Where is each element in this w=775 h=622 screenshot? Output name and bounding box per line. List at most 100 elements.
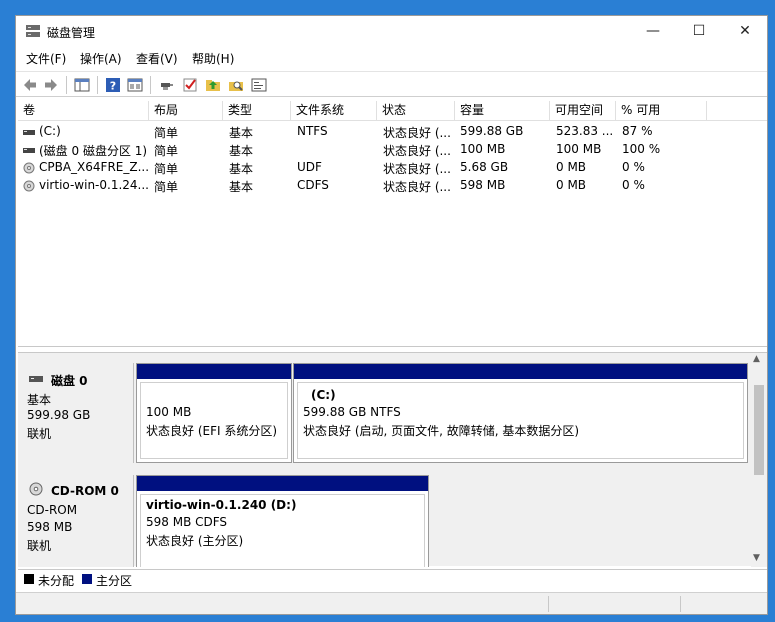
- back-icon[interactable]: [22, 77, 38, 93]
- disk-0-name: 磁盘 0: [51, 374, 88, 388]
- volume-status: 状态良好 (...: [383, 180, 451, 194]
- cd-icon: [23, 162, 35, 174]
- toolbar-separator: [150, 76, 151, 94]
- column-headers: 卷 布局 类型 文件系统 状态 容量 可用空间 % 可用: [18, 101, 767, 121]
- cd-icon: [23, 180, 35, 192]
- cd-rom-0-row: CD-ROM 0 CD-ROM 598 MB 联机 virtio-win-0.1…: [18, 475, 749, 567]
- cd-rom-0-label[interactable]: CD-ROM 0 CD-ROM 598 MB 联机: [18, 475, 134, 567]
- console-icon[interactable]: [251, 77, 267, 93]
- volume-capacity: 599.88 GB: [460, 124, 524, 138]
- cd-rom-0-name: CD-ROM 0: [51, 484, 119, 498]
- properties-icon[interactable]: [127, 77, 143, 93]
- partition-inner: 100 MB 状态良好 (EFI 系统分区): [140, 382, 288, 459]
- unallocated-swatch: [24, 574, 34, 584]
- drive-icon: [23, 148, 35, 153]
- table-row[interactable]: CPBA_X64FRE_Z... 简单 基本 UDF 状态良好 (... 5.6…: [18, 159, 767, 177]
- volume-type: 基本: [229, 126, 254, 140]
- disk-0-label[interactable]: 磁盘 0 基本 599.98 GB 联机: [18, 363, 134, 463]
- cd-rom-0-kind: CD-ROM: [27, 503, 78, 517]
- table-row[interactable]: (磁盘 0 磁盘分区 1) 简单 基本 状态良好 (... 100 MB 100…: [18, 141, 767, 159]
- volume-layout: 简单: [154, 162, 179, 176]
- status-bar-separator: [548, 596, 549, 612]
- show-hide-console-tree-icon[interactable]: [74, 77, 90, 93]
- partition-c[interactable]: (C:) 599.88 GB NTFS 状态良好 (启动, 页面文件, 故障转储…: [293, 363, 748, 463]
- legend-unallocated: 未分配: [38, 574, 75, 588]
- volume-type: 基本: [229, 144, 254, 158]
- volume-layout: 简单: [154, 144, 179, 158]
- volume-free-space: 0 MB: [556, 178, 587, 192]
- table-row[interactable]: virtio-win-0.1.24... 简单 基本 CDFS 状态良好 (..…: [18, 177, 767, 195]
- legend: 未分配 主分区: [18, 569, 767, 589]
- volume-name: CPBA_X64FRE_Z...: [39, 160, 149, 174]
- scrollbar-thumb[interactable]: [754, 385, 764, 475]
- column-header-status[interactable]: 状态: [377, 101, 455, 121]
- partition-size: 598 MB CDFS: [146, 515, 228, 529]
- disk-0-state: 联机: [27, 427, 52, 441]
- disk-0-kind: 基本: [27, 393, 52, 407]
- help-icon[interactable]: ?: [105, 77, 121, 93]
- menu-view[interactable]: 查看(V): [136, 50, 178, 67]
- partition-title: (C:): [311, 388, 336, 402]
- volume-capacity: 598 MB: [460, 178, 506, 192]
- forward-icon[interactable]: [43, 77, 59, 93]
- volume-filesystem: CDFS: [297, 178, 329, 192]
- connect-icon[interactable]: [159, 77, 175, 93]
- volume-percent-free: 87 %: [622, 124, 653, 138]
- search-icon[interactable]: [228, 77, 244, 93]
- window-title: 磁盘管理: [47, 26, 96, 40]
- volume-capacity: 5.68 GB: [460, 160, 509, 174]
- up-folder-icon[interactable]: [205, 77, 221, 93]
- volume-name: virtio-win-0.1.24...: [39, 178, 149, 192]
- volume-filesystem: NTFS: [297, 124, 328, 138]
- cd-rom-0-size: 598 MB: [27, 520, 73, 534]
- volume-percent-free: 0 %: [622, 160, 645, 174]
- status-bar: [16, 592, 767, 614]
- volume-layout: 简单: [154, 180, 179, 194]
- primary-partition-bar: [294, 364, 747, 379]
- menu-bar: 文件(F) 操作(A) 查看(V) 帮助(H): [16, 47, 767, 69]
- column-header-capacity[interactable]: 容量: [455, 101, 550, 121]
- menu-help[interactable]: 帮助(H): [192, 50, 234, 67]
- disk-management-app-icon: [26, 25, 40, 37]
- volume-status: 状态良好 (...: [383, 144, 451, 158]
- drive-icon: [23, 130, 35, 135]
- column-header-layout[interactable]: 布局: [149, 101, 223, 121]
- toolbar-separator: [97, 76, 98, 94]
- volume-free-space: 0 MB: [556, 160, 587, 174]
- hard-disk-icon: [29, 376, 43, 382]
- partition-size: 100 MB: [146, 405, 192, 419]
- column-header-percent-free[interactable]: % 可用: [616, 101, 707, 121]
- volume-name: (C:): [39, 124, 61, 138]
- column-header-free-space[interactable]: 可用空间: [550, 101, 616, 121]
- disk-graphical-view: 磁盘 0 基本 599.98 GB 联机 100 MB 状态良好 (EFI 系统…: [18, 352, 767, 567]
- disk-0-size: 599.98 GB: [27, 408, 91, 422]
- partition-inner: virtio-win-0.1.240 (D:) 598 MB CDFS 状态良好…: [140, 494, 425, 567]
- maximize-button[interactable]: ☐: [676, 16, 722, 47]
- menu-action[interactable]: 操作(A): [80, 50, 122, 67]
- column-header-volume[interactable]: 卷: [18, 101, 149, 121]
- volume-type: 基本: [229, 162, 254, 176]
- close-button[interactable]: ✕: [722, 16, 768, 47]
- primary-partition-bar: [137, 476, 428, 491]
- scroll-down-arrow-icon[interactable]: ▼: [753, 553, 760, 563]
- primary-partition-swatch: [82, 574, 92, 584]
- partition-efi[interactable]: 100 MB 状态良好 (EFI 系统分区): [136, 363, 292, 463]
- vertical-scrollbar[interactable]: ▲ ▼: [751, 353, 767, 567]
- column-header-type[interactable]: 类型: [223, 101, 291, 121]
- menu-file[interactable]: 文件(F): [26, 50, 66, 67]
- status-bar-separator: [680, 596, 681, 612]
- partition-d[interactable]: virtio-win-0.1.240 (D:) 598 MB CDFS 状态良好…: [136, 475, 429, 567]
- cd-rom-icon: [29, 482, 43, 496]
- partition-size: 599.88 GB NTFS: [303, 405, 401, 419]
- volume-percent-free: 100 %: [622, 142, 661, 156]
- minimize-button[interactable]: —: [630, 16, 676, 47]
- column-header-filesystem[interactable]: 文件系统: [291, 101, 377, 121]
- table-row[interactable]: (C:) 简单 基本 NTFS 状态良好 (... 599.88 GB 523.…: [18, 123, 767, 141]
- scroll-up-arrow-icon[interactable]: ▲: [753, 354, 760, 364]
- volume-percent-free: 0 %: [622, 178, 645, 192]
- partition-status: 状态良好 (主分区): [146, 534, 244, 548]
- title-bar[interactable]: 磁盘管理 — ☐ ✕: [16, 16, 767, 47]
- partition-status: 状态良好 (EFI 系统分区): [146, 424, 278, 438]
- volume-layout: 简单: [154, 126, 179, 140]
- checkmark-icon[interactable]: [182, 77, 198, 93]
